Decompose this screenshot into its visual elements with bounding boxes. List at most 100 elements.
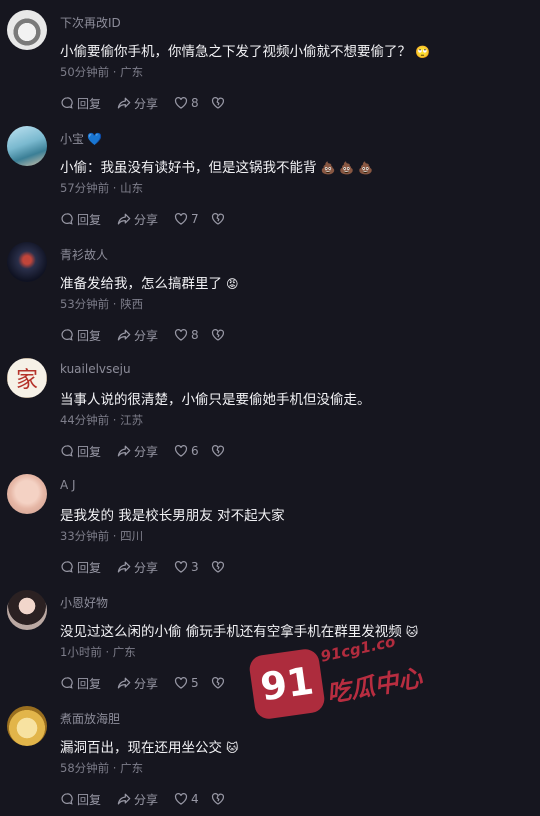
username-text[interactable]: kuailelvseju	[60, 362, 131, 376]
share-label: 分享	[134, 212, 159, 227]
meta-separator: ·	[109, 761, 121, 775]
seal-avatar[interactable]: 家	[7, 358, 47, 398]
like-button[interactable]: 8	[174, 96, 199, 110]
share-icon	[117, 445, 131, 457]
reply-button[interactable]: 回复	[60, 559, 101, 576]
share-icon	[117, 329, 131, 341]
dislike-button[interactable]	[211, 444, 228, 458]
tiger-avatar[interactable]	[7, 706, 47, 746]
like-count: 3	[191, 560, 199, 574]
comment-text: 漏洞百出，现在还用坐公交 🐱	[60, 736, 239, 756]
cat-avatar[interactable]	[7, 10, 47, 50]
dislike-button[interactable]	[211, 676, 228, 690]
sea-avatar[interactable]	[7, 126, 47, 166]
username[interactable]: 煮面放海胆	[60, 710, 120, 727]
reply-icon	[61, 97, 73, 109]
username-text[interactable]: 青衫故人	[60, 248, 108, 262]
username[interactable]: 青衫故人	[60, 246, 108, 263]
avatar-seal-char: 家	[15, 368, 38, 393]
username-text[interactable]: 小恩好物	[60, 596, 108, 610]
dark-art-avatar[interactable]	[7, 242, 47, 282]
dislike-button[interactable]	[211, 96, 228, 110]
timestamp: 53分钟前	[60, 297, 110, 311]
timestamp: 1小时前	[60, 645, 102, 659]
share-label: 分享	[134, 560, 159, 575]
like-count: 4	[191, 792, 199, 806]
woman-avatar[interactable]	[7, 590, 47, 630]
reply-label: 回复	[77, 212, 102, 227]
location: 四川	[120, 529, 144, 543]
username[interactable]: 下次再改ID	[60, 14, 121, 31]
location: 江苏	[120, 413, 144, 427]
like-button[interactable]: 4	[174, 792, 199, 806]
location: 山东	[120, 181, 144, 195]
like-count: 8	[191, 328, 199, 342]
comment-text: 是我发的 我是校长男朋友 对不起大家	[60, 504, 285, 524]
comment-meta: 53分钟前 · 陕西	[60, 296, 143, 312]
like-button[interactable]: 8	[174, 328, 199, 342]
like-button[interactable]: 7	[174, 212, 199, 226]
username[interactable]: 小恩好物	[60, 594, 108, 611]
share-icon	[117, 677, 131, 689]
comment-text: 小偷要偷你手机，你情急之下发了视频小偷就不想要偷了？ 🙄	[60, 40, 430, 60]
comment-meta: 44分钟前 · 江苏	[60, 412, 143, 428]
dislike-button[interactable]	[211, 560, 228, 574]
timestamp: 33分钟前	[60, 529, 110, 543]
reply-icon	[61, 793, 73, 805]
avatar-image	[7, 242, 47, 282]
dislike-button[interactable]	[211, 328, 228, 342]
reply-button[interactable]: 回复	[60, 327, 101, 344]
comment-body: 小偷要偷你手机，你情急之下发了视频小偷就不想要偷了？	[60, 44, 411, 60]
share-button[interactable]: 分享	[117, 675, 158, 692]
username-text[interactable]: 下次再改ID	[60, 16, 121, 30]
avatar-image	[7, 590, 47, 630]
meta-separator: ·	[109, 181, 121, 195]
username-text[interactable]: 小宝	[60, 132, 84, 146]
like-button[interactable]: 3	[174, 560, 199, 574]
like-button[interactable]: 6	[174, 444, 199, 458]
share-label: 分享	[134, 96, 159, 111]
comment-meta: 33分钟前 · 四川	[60, 528, 143, 544]
reply-icon	[61, 445, 73, 457]
share-button[interactable]: 分享	[117, 327, 158, 344]
like-button[interactable]: 5	[174, 676, 199, 690]
comment-actions: 回复 分享 5	[60, 674, 244, 692]
comment-body: 准备发给我，怎么搞群里了	[60, 276, 222, 292]
comment-item: 小恩好物 没见过这么闲的小偷 偷玩手机还有空拿手机在群里发视频 🐱 1小时前 · …	[0, 580, 540, 696]
reply-button[interactable]: 回复	[60, 211, 101, 228]
avatar-image	[7, 474, 47, 514]
username[interactable]: A J	[60, 478, 76, 492]
reply-button[interactable]: 回复	[60, 443, 101, 460]
comment-actions: 回复 分享 4	[60, 790, 244, 808]
share-button[interactable]: 分享	[117, 791, 158, 808]
comment-item: 青衫故人 准备发给我，怎么搞群里了 😡 53分钟前 · 陕西 回复 分享 8	[0, 232, 540, 348]
share-button[interactable]: 分享	[117, 559, 158, 576]
heart-icon	[174, 676, 188, 689]
location: 广东	[120, 761, 144, 775]
avatar-image	[7, 126, 47, 166]
meta-separator: ·	[109, 297, 121, 311]
username[interactable]: kuailelvseju	[60, 362, 131, 376]
username[interactable]: 小宝 💙	[60, 130, 102, 147]
reply-button[interactable]: 回复	[60, 675, 101, 692]
share-icon	[117, 561, 131, 573]
broken-heart-icon	[211, 96, 224, 109]
dislike-button[interactable]	[211, 212, 228, 226]
reply-button[interactable]: 回复	[60, 95, 101, 112]
reply-label: 回复	[77, 676, 102, 691]
share-label: 分享	[134, 328, 159, 343]
share-label: 分享	[134, 792, 159, 807]
username-text[interactable]: A J	[60, 478, 76, 492]
heart-badge-icon: 💙	[87, 132, 102, 146]
reply-label: 回复	[77, 560, 102, 575]
share-button[interactable]: 分享	[117, 211, 158, 228]
share-button[interactable]: 分享	[117, 443, 158, 460]
emoji-icon: 💩 💩 💩	[320, 161, 373, 175]
baby-avatar[interactable]	[7, 474, 47, 514]
username-text[interactable]: 煮面放海胆	[60, 712, 120, 726]
reply-button[interactable]: 回复	[60, 791, 101, 808]
emoji-icon: 🐱	[405, 625, 419, 639]
dislike-button[interactable]	[211, 792, 228, 806]
share-button[interactable]: 分享	[117, 95, 158, 112]
comment-item: A J 是我发的 我是校长男朋友 对不起大家 33分钟前 · 四川 回复 分享 …	[0, 464, 540, 580]
